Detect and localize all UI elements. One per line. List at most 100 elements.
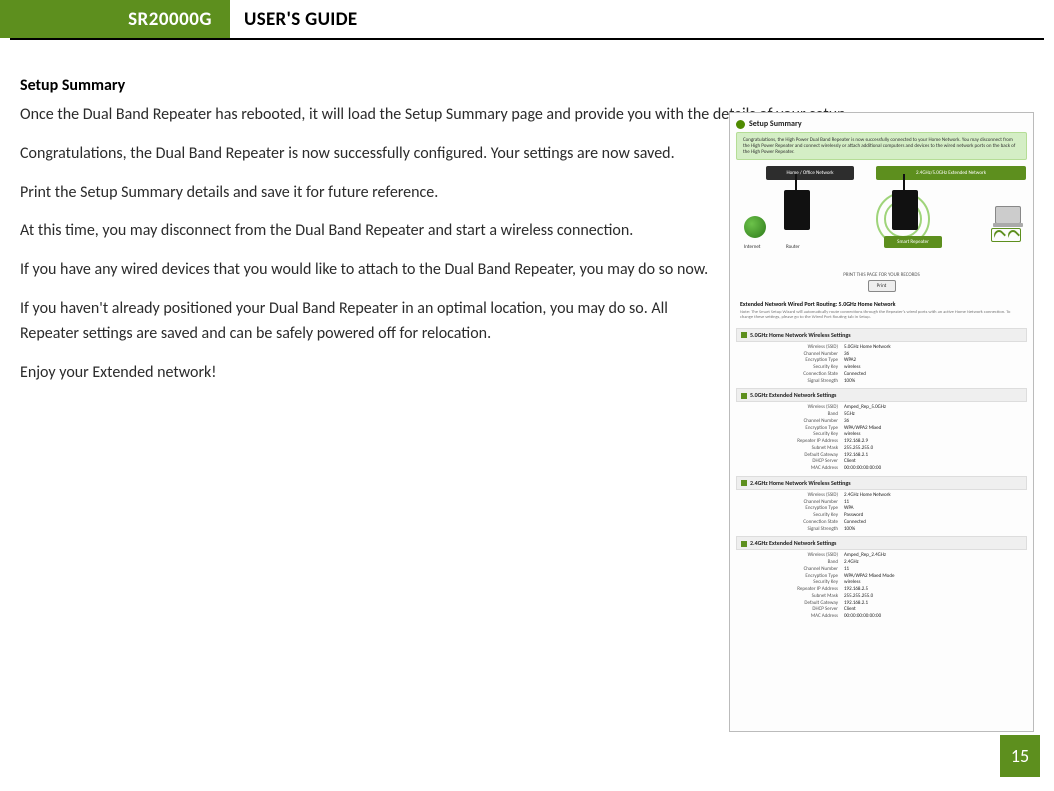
settings-value: 255.255.255.0 bbox=[844, 445, 1021, 452]
settings-row: Encryption TypeWPA2 bbox=[736, 357, 1027, 364]
laptop-icon bbox=[995, 206, 1021, 224]
settings-value: 00:00:00:00:00:00 bbox=[844, 613, 1021, 620]
settings-row: DHCP ServerClient bbox=[736, 606, 1027, 613]
settings-key: Wireless (SSID) bbox=[742, 552, 844, 559]
settings-key: Security Key bbox=[742, 512, 844, 519]
settings-value: 36 bbox=[844, 418, 1021, 425]
settings-row: Signal Strength100% bbox=[736, 378, 1027, 385]
product-badge: SR20000G bbox=[0, 0, 230, 38]
document-header: SR20000G USER'S GUIDE bbox=[0, 0, 1054, 42]
settings-key: Encryption Type bbox=[742, 573, 844, 580]
settings-section-heading: 2.4GHz Home Network Wireless Settings bbox=[736, 476, 1027, 490]
wired-port-routing: Extended Network Wired Port Routing: 5.0… bbox=[736, 298, 1027, 310]
settings-key: Band bbox=[742, 559, 844, 566]
settings-key: Wireless (SSID) bbox=[742, 404, 844, 411]
settings-key: Wireless (SSID) bbox=[742, 492, 844, 499]
network-diagram: Home / Office Network 2.4GHz/5.0GHz Exte… bbox=[736, 166, 1027, 266]
settings-key: Subnet Mask bbox=[742, 593, 844, 600]
settings-key: Subnet Mask bbox=[742, 445, 844, 452]
settings-key: Repeater IP Address bbox=[742, 586, 844, 593]
settings-key: Channel Number bbox=[742, 351, 844, 358]
settings-value: Client bbox=[844, 606, 1021, 613]
settings-row: Channel Number11 bbox=[736, 566, 1027, 573]
print-note: PRINT THIS PAGE FOR YOUR RECORDS bbox=[736, 272, 1027, 278]
settings-section-heading: 2.4GHz Extended Network Settings bbox=[736, 536, 1027, 550]
settings-row: Security Keywireless bbox=[736, 364, 1027, 371]
settings-key: Repeater IP Address bbox=[742, 438, 844, 445]
settings-key: DHCP Server bbox=[742, 606, 844, 613]
settings-value: 192.168.2.5 bbox=[844, 586, 1021, 593]
router-icon bbox=[784, 190, 810, 230]
settings-value: Amped_Rep_2.4GHz bbox=[844, 552, 1021, 559]
repeater-icon bbox=[892, 190, 918, 230]
section-marker-icon bbox=[741, 393, 747, 399]
settings-key: Default Gateway bbox=[742, 600, 844, 607]
settings-key: Wireless (SSID) bbox=[742, 344, 844, 351]
extended-network-pill: 2.4GHz/5.0GHz Extended Network bbox=[876, 166, 1026, 180]
settings-key: MAC Address bbox=[742, 465, 844, 472]
paragraph-4: At this time, you may disconnect from th… bbox=[20, 219, 710, 244]
title-dot-icon bbox=[736, 120, 745, 129]
settings-sections: 5.0GHz Home Network Wireless Settings Wir… bbox=[736, 328, 1027, 620]
settings-value: 100% bbox=[844, 378, 1021, 385]
settings-key: Security Key bbox=[742, 579, 844, 586]
settings-row: Security Keywireless bbox=[736, 431, 1027, 438]
settings-value: WPA/WPA2 Mixed Mode bbox=[844, 573, 1021, 580]
wifi-badge-icon bbox=[991, 228, 1021, 242]
settings-row: Band2.4GHz bbox=[736, 559, 1027, 566]
settings-value: 11 bbox=[844, 499, 1021, 506]
settings-value: 192.168.2.9 bbox=[844, 438, 1021, 445]
settings-key: Channel Number bbox=[742, 566, 844, 573]
settings-row: Connection StateConnected bbox=[736, 519, 1027, 526]
settings-value: 192.168.2.1 bbox=[844, 600, 1021, 607]
settings-row: Connection StateConnected bbox=[736, 371, 1027, 378]
settings-section-title: 2.4GHz Home Network Wireless Settings bbox=[750, 479, 851, 487]
setup-summary-screenshot: Setup Summary Congratulations, the High … bbox=[729, 112, 1034, 732]
settings-row: Default Gateway192.168.2.1 bbox=[736, 452, 1027, 459]
settings-key: Security Key bbox=[742, 364, 844, 371]
settings-value: 11 bbox=[844, 566, 1021, 573]
left-column: Congratulations, the Dual Band Repeater … bbox=[20, 142, 710, 386]
settings-row: Wireless (SSID)5.0GHz Home Network bbox=[736, 344, 1027, 351]
settings-value: 2.4GHz Home Network bbox=[844, 492, 1021, 499]
settings-section-heading: 5.0GHz Extended Network Settings bbox=[736, 388, 1027, 402]
settings-key: DHCP Server bbox=[742, 458, 844, 465]
settings-key: Default Gateway bbox=[742, 452, 844, 459]
document-title: USER'S GUIDE bbox=[230, 0, 1054, 38]
settings-value: 100% bbox=[844, 526, 1021, 533]
settings-row: Repeater IP Address192.168.2.5 bbox=[736, 586, 1027, 593]
settings-row: Subnet Mask255.255.255.0 bbox=[736, 445, 1027, 452]
settings-row: Security Keywireless bbox=[736, 579, 1027, 586]
print-button[interactable]: Print bbox=[868, 280, 896, 292]
paragraph-5: If you have any wired devices that you w… bbox=[20, 258, 710, 283]
settings-key: Channel Number bbox=[742, 499, 844, 506]
settings-value: 5.0GHz Home Network bbox=[844, 344, 1021, 351]
settings-key: Encryption Type bbox=[742, 425, 844, 432]
settings-value: Connected bbox=[844, 371, 1021, 378]
settings-value: 2.4GHz bbox=[844, 559, 1021, 566]
settings-key: Channel Number bbox=[742, 418, 844, 425]
settings-key: Signal Strength bbox=[742, 526, 844, 533]
settings-value: wireless bbox=[844, 364, 1021, 371]
section-marker-icon bbox=[741, 332, 747, 338]
settings-row: Channel Number36 bbox=[736, 351, 1027, 358]
settings-key: Security Key bbox=[742, 431, 844, 438]
internet-globe-icon bbox=[744, 216, 766, 238]
wired-port-note: Note: The Smart Setup Wizard will automa… bbox=[736, 310, 1027, 324]
settings-section-title: 5.0GHz Extended Network Settings bbox=[750, 391, 836, 399]
settings-value: WPA/WPA2 Mixed bbox=[844, 425, 1021, 432]
ss-title-text: Setup Summary bbox=[749, 119, 802, 129]
settings-key: Encryption Type bbox=[742, 357, 844, 364]
header-divider bbox=[10, 38, 1044, 40]
ss-congrats-banner: Congratulations, the High Power Dual Ban… bbox=[736, 132, 1027, 160]
page-body: Setup Summary Once the Dual Band Repeate… bbox=[20, 76, 1034, 731]
settings-row: DHCP ServerClient bbox=[736, 458, 1027, 465]
section-marker-icon bbox=[741, 480, 747, 486]
settings-row: Default Gateway192.168.2.1 bbox=[736, 600, 1027, 607]
settings-key: Encryption Type bbox=[742, 505, 844, 512]
ss-title: Setup Summary bbox=[736, 119, 1027, 129]
settings-section-title: 5.0GHz Home Network Wireless Settings bbox=[750, 331, 851, 339]
settings-value: wireless bbox=[844, 579, 1021, 586]
settings-row: MAC Address00:00:00:00:00:00 bbox=[736, 613, 1027, 620]
settings-value: Amped_Rep_5.0GHz bbox=[844, 404, 1021, 411]
